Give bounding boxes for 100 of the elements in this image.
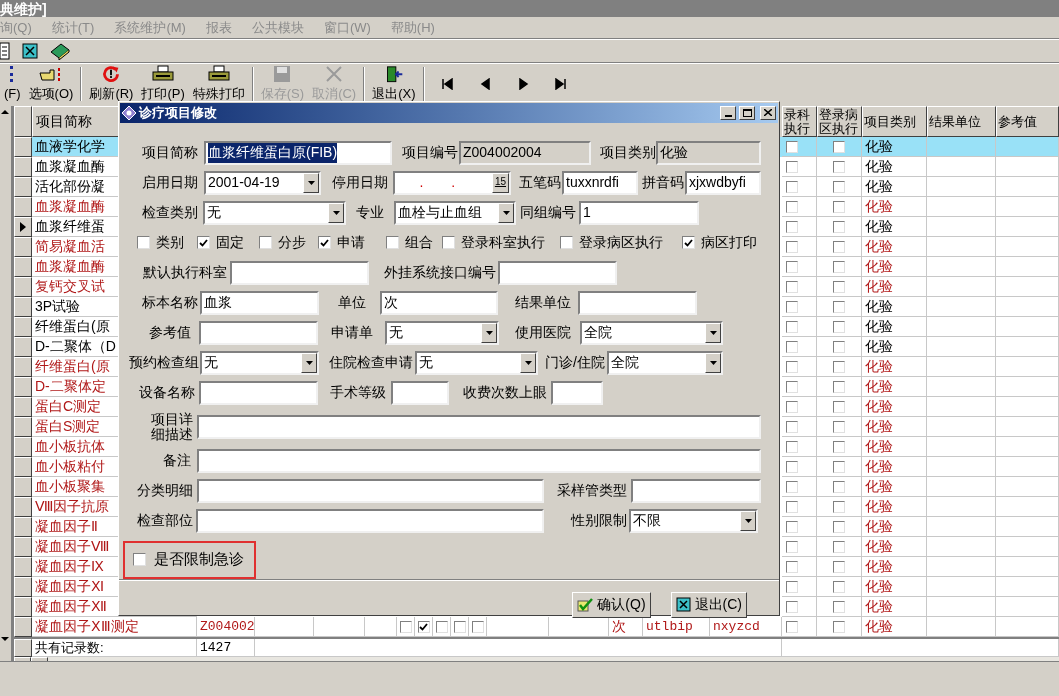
toolbar-button[interactable]: (F) xyxy=(0,65,25,103)
table-checkbox[interactable] xyxy=(786,620,798,633)
row-indicator[interactable] xyxy=(14,497,32,517)
input-field[interactable] xyxy=(199,380,318,405)
table-checkbox[interactable] xyxy=(786,260,798,273)
dropdown-field[interactable]: 无 xyxy=(415,350,538,375)
table-checkbox[interactable] xyxy=(833,400,845,413)
table-checkbox[interactable] xyxy=(833,280,845,293)
table-checkbox[interactable] xyxy=(399,620,412,633)
row-indicator[interactable] xyxy=(14,137,32,157)
row-indicator[interactable] xyxy=(14,377,32,397)
table-checkbox[interactable] xyxy=(833,140,845,153)
checkbox[interactable] xyxy=(318,236,331,249)
input-field[interactable] xyxy=(578,290,697,315)
column-header[interactable]: 录科 执行 xyxy=(782,106,817,137)
row-indicator[interactable] xyxy=(14,397,32,417)
input-field[interactable]: 血浆纤维蛋白原(FIB) xyxy=(204,140,392,165)
table-checkbox[interactable] xyxy=(833,460,845,473)
checkbox[interactable] xyxy=(197,236,210,249)
dropdown-field[interactable]: 无 xyxy=(200,350,319,375)
dropdown-button[interactable] xyxy=(328,202,344,223)
table-checkbox[interactable] xyxy=(786,240,798,253)
column-header[interactable]: 项目类别 xyxy=(862,106,927,137)
table-checkbox[interactable] xyxy=(786,420,798,433)
table-checkbox[interactable] xyxy=(786,360,798,373)
input-field[interactable] xyxy=(197,448,761,473)
table-checkbox[interactable] xyxy=(786,440,798,453)
table-checkbox[interactable] xyxy=(833,180,845,193)
table-row[interactable]: 凝血因子ⅩⅢ测定 Z004002 次 utlbip nxyzcd 化验 xyxy=(14,617,1059,637)
table-checkbox[interactable] xyxy=(435,620,448,633)
checkbox[interactable] xyxy=(259,236,272,249)
dropdown-field[interactable]: 不限 xyxy=(629,508,758,533)
input-field[interactable]: 1 xyxy=(579,200,699,225)
table-checkbox[interactable] xyxy=(786,580,798,593)
dropdown-field[interactable]: 全院 xyxy=(580,320,723,345)
row-indicator[interactable] xyxy=(14,417,32,437)
input-field[interactable]: 血浆 xyxy=(200,290,319,315)
table-checkbox[interactable] xyxy=(833,540,845,553)
dropdown-field[interactable]: 2001-04-19 xyxy=(204,170,321,195)
table-checkbox[interactable] xyxy=(786,600,798,613)
table-checkbox[interactable] xyxy=(786,280,798,293)
input-field[interactable] xyxy=(551,380,603,405)
row-indicator[interactable] xyxy=(14,257,32,277)
dropdown-field[interactable]: 全院 xyxy=(607,350,723,375)
checkbox[interactable] xyxy=(133,553,146,566)
book-icon[interactable] xyxy=(50,42,70,60)
toolbar-button[interactable]: 选项(O) xyxy=(24,65,78,103)
row-indicator[interactable] xyxy=(14,557,32,577)
table-checkbox[interactable] xyxy=(833,300,845,313)
date-field[interactable]: . . 15 xyxy=(393,170,511,195)
close-icon[interactable] xyxy=(22,43,38,59)
toolbar-button[interactable]: 刷新(R) xyxy=(85,65,138,103)
input-field[interactable] xyxy=(197,414,761,439)
row-indicator[interactable] xyxy=(14,597,32,617)
table-checkbox[interactable] xyxy=(833,360,845,373)
row-indicator[interactable] xyxy=(14,357,32,377)
input-field[interactable] xyxy=(498,260,617,285)
checkbox[interactable] xyxy=(137,236,150,249)
row-indicator[interactable] xyxy=(14,297,32,317)
dropdown-button[interactable] xyxy=(520,352,536,373)
dropdown-field[interactable]: 无 xyxy=(203,200,346,225)
row-indicator[interactable] xyxy=(14,617,32,637)
checkbox[interactable] xyxy=(560,236,573,249)
input-field[interactable] xyxy=(199,320,318,345)
table-checkbox[interactable] xyxy=(786,220,798,233)
table-checkbox[interactable] xyxy=(833,220,845,233)
table-checkbox[interactable] xyxy=(833,520,845,533)
input-field[interactable] xyxy=(631,478,761,503)
table-checkbox[interactable] xyxy=(833,160,845,173)
maximize-button[interactable] xyxy=(739,105,755,120)
table-checkbox[interactable] xyxy=(786,340,798,353)
table-checkbox[interactable] xyxy=(786,320,798,333)
row-indicator[interactable] xyxy=(14,437,32,457)
row-indicator[interactable] xyxy=(14,457,32,477)
row-indicator[interactable] xyxy=(14,477,32,497)
table-checkbox[interactable] xyxy=(833,500,845,513)
table-checkbox[interactable] xyxy=(786,180,798,193)
minimize-button[interactable] xyxy=(720,105,736,120)
input-field[interactable]: 化验 xyxy=(656,140,761,165)
row-indicator[interactable] xyxy=(14,317,32,337)
row-indicator[interactable] xyxy=(14,337,32,357)
table-checkbox[interactable] xyxy=(786,300,798,313)
row-indicator[interactable] xyxy=(14,577,32,597)
table-checkbox[interactable] xyxy=(833,200,845,213)
table-checkbox[interactable] xyxy=(786,200,798,213)
row-indicator[interactable] xyxy=(14,197,32,217)
checkbox[interactable] xyxy=(442,236,455,249)
dropdown-button[interactable] xyxy=(740,510,756,531)
row-indicator[interactable] xyxy=(14,217,32,237)
table-checkbox[interactable] xyxy=(833,440,845,453)
calendar-button[interactable]: 15 xyxy=(491,172,509,193)
input-field[interactable] xyxy=(197,478,544,503)
table-checkbox[interactable] xyxy=(453,620,466,633)
dropdown-field[interactable]: 血栓与止血组 xyxy=(394,200,516,225)
table-checkbox[interactable] xyxy=(833,600,845,613)
table-checkbox[interactable] xyxy=(833,560,845,573)
row-indicator[interactable] xyxy=(14,277,32,297)
table-checkbox[interactable] xyxy=(786,560,798,573)
toolbar-button[interactable]: 打印(P) xyxy=(137,65,189,103)
row-indicator[interactable] xyxy=(14,517,32,537)
